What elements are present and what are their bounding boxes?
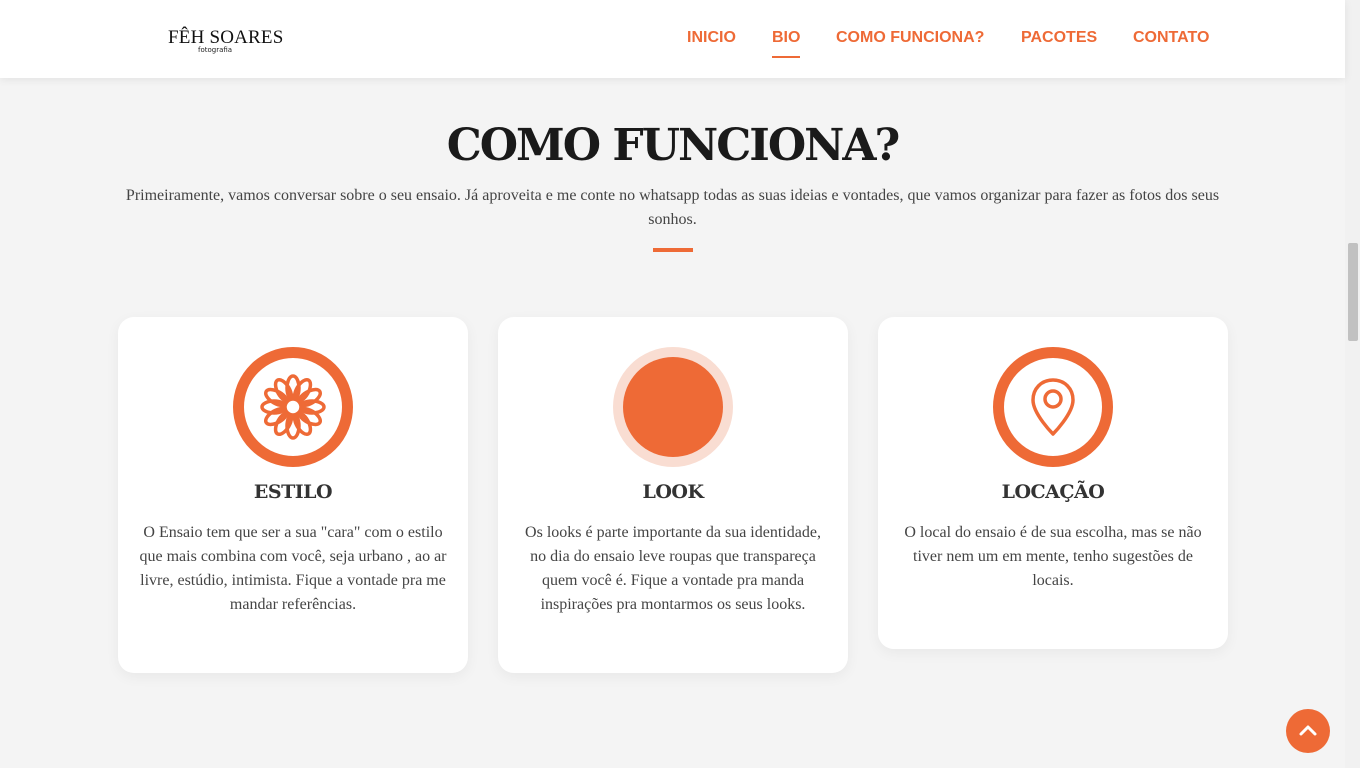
nav-item-inicio[interactable]: INICIO	[687, 29, 736, 47]
card-estilo: ESTILO O Ensaio tem que ser a sua "cara"…	[118, 317, 468, 673]
flower-icon	[233, 347, 353, 467]
card-text: O local do ensaio é de sua escolha, mas …	[904, 524, 1202, 589]
circle-icon	[613, 347, 733, 467]
card-locacao: LOCAÇÃO O local do ensaio é de sua escol…	[878, 317, 1228, 649]
title-divider	[653, 248, 693, 252]
logo-subtitle: fotografia	[198, 46, 233, 54]
nav-item-contato[interactable]: CONTATO	[1133, 29, 1209, 47]
nav-item-pacotes[interactable]: PACOTES	[1021, 29, 1097, 47]
logo-title: FÊH SOARES	[168, 27, 284, 48]
card-title: ESTILO	[253, 481, 333, 503]
chevron-up-icon	[1299, 725, 1317, 736]
logo[interactable]: FÊH SOARES fotografia	[168, 27, 288, 55]
section-intro: Primeiramente, vamos conversar sobre o s…	[125, 187, 1220, 228]
map-pin-icon	[993, 347, 1113, 467]
nav-item-bio[interactable]: BIO	[772, 29, 801, 58]
site-header: FÊH SOARES fotografia INICIO BIO COMO FU…	[0, 0, 1345, 78]
card-text: Os looks é parte importante da sua ident…	[525, 524, 821, 613]
scrollbar-track[interactable]	[1345, 0, 1360, 768]
card-look: LOOK Os looks é parte importante da sua …	[498, 317, 848, 673]
card-title: LOOK	[642, 481, 704, 503]
card-title: LOCAÇÃO	[1001, 481, 1105, 503]
nav-item-como-funciona[interactable]: COMO FUNCIONA?	[836, 29, 984, 47]
scrollbar-thumb[interactable]	[1348, 243, 1358, 341]
back-to-top-button[interactable]	[1286, 709, 1330, 753]
section-title: COMO FUNCIONA?	[446, 120, 901, 171]
card-text: O Ensaio tem que ser a sua "cara" com o …	[139, 524, 447, 613]
